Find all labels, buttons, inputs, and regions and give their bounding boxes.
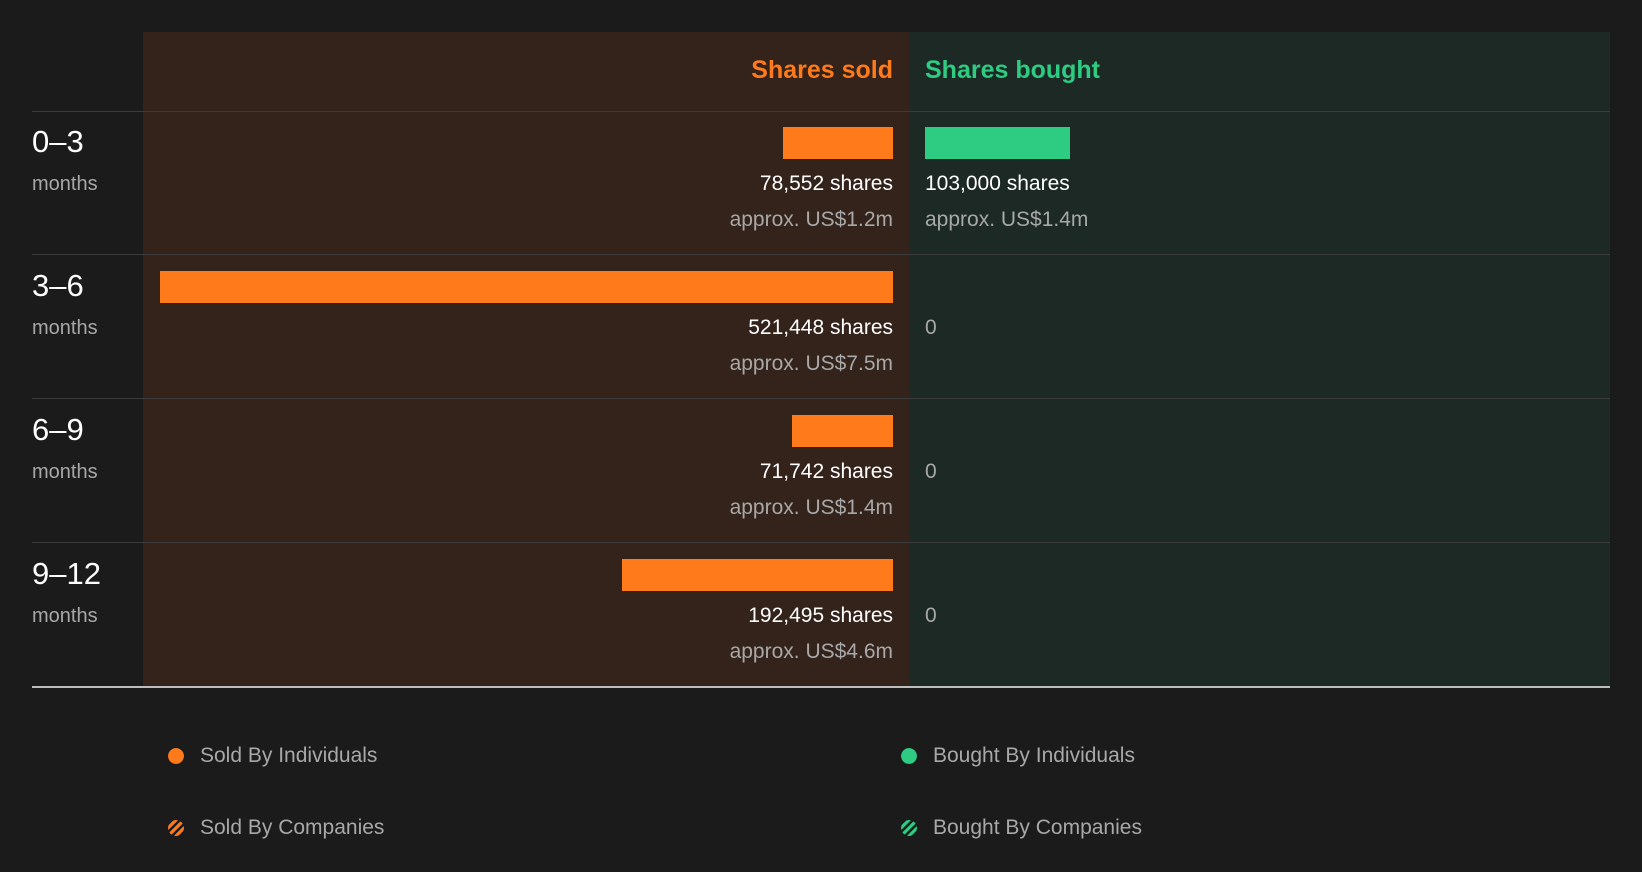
period-range: 9–12 xyxy=(32,556,101,591)
bought-value-label: approx. US$1.4m xyxy=(925,208,1089,231)
bought-shares-label: 0 xyxy=(925,316,937,339)
sold-shares-label: 71,742 shares xyxy=(759,460,893,483)
period-range: 6–9 xyxy=(32,412,84,447)
sold-value-label: approx. US$1.2m xyxy=(729,208,893,231)
period-unit: months xyxy=(32,317,98,339)
chart-baseline xyxy=(32,686,1610,688)
period-row-3-6: 3–6 months 521,448 shares approx. US$7.5… xyxy=(0,256,1642,400)
sold-value-label: approx. US$7.5m xyxy=(729,352,893,375)
striped-green-dot-icon xyxy=(901,820,917,836)
period-row-6-9: 6–9 months 71,742 shares approx. US$1.4m… xyxy=(0,400,1642,544)
solid-orange-dot-icon xyxy=(168,748,184,764)
sold-shares-label: 78,552 shares xyxy=(759,172,893,195)
bought-shares-label: 0 xyxy=(925,604,937,627)
sold-value-label: approx. US$1.4m xyxy=(729,496,893,519)
shares-sold-header: Shares sold xyxy=(751,56,893,84)
striped-orange-dot-icon xyxy=(168,820,184,836)
legend-label: Bought By Individuals xyxy=(933,744,1135,767)
solid-green-dot-icon xyxy=(901,748,917,764)
legend-bought-by-companies: Bought By Companies xyxy=(901,813,1142,843)
sold-bar xyxy=(782,127,893,159)
bought-shares-label: 103,000 shares xyxy=(925,172,1070,195)
legend-sold-by-individuals: Sold By Individuals xyxy=(168,741,377,771)
period-unit: months xyxy=(32,173,98,195)
bought-shares-label: 0 xyxy=(925,460,937,483)
shares-bought-header: Shares bought xyxy=(925,56,1101,84)
sold-shares-label: 521,448 shares xyxy=(748,316,893,339)
period-row-9-12: 9–12 months 192,495 shares approx. US$4.… xyxy=(0,544,1642,688)
period-range: 3–6 xyxy=(32,268,84,303)
legend-sold-by-companies: Sold By Companies xyxy=(168,813,384,843)
sold-value-label: approx. US$4.6m xyxy=(729,640,893,663)
legend-label: Sold By Companies xyxy=(200,816,385,839)
bought-bar xyxy=(925,127,1070,159)
insider-trading-chart: Shares sold Shares bought 0–3 months 78,… xyxy=(0,0,1642,872)
period-row-0-3: 0–3 months 78,552 shares approx. US$1.2m… xyxy=(0,112,1642,256)
legend-label: Bought By Companies xyxy=(933,816,1142,839)
period-unit: months xyxy=(32,605,98,627)
sold-bar xyxy=(622,559,893,591)
period-unit: months xyxy=(32,461,98,483)
legend-label: Sold By Individuals xyxy=(200,744,378,767)
sold-shares-label: 192,495 shares xyxy=(748,604,893,627)
legend-bought-by-individuals: Bought By Individuals xyxy=(901,741,1135,771)
sold-bar xyxy=(792,415,893,447)
period-range: 0–3 xyxy=(32,124,84,159)
sold-bar xyxy=(160,271,893,303)
